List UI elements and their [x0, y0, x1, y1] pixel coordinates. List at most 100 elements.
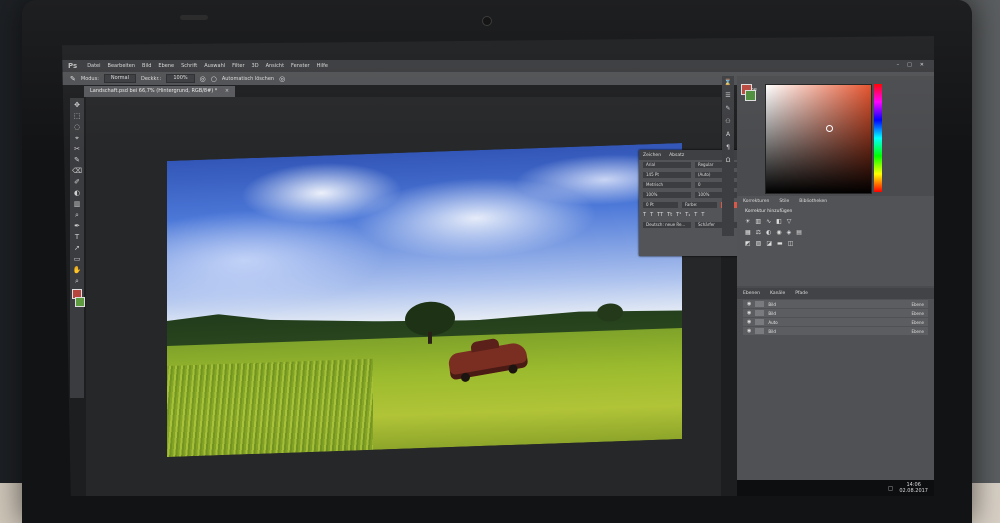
- marquee-tool-icon[interactable]: ⬚: [74, 113, 81, 120]
- background-color-swatch[interactable]: [75, 297, 85, 307]
- tab-absatz[interactable]: Absatz: [669, 153, 684, 158]
- levels-icon[interactable]: ▥: [755, 218, 761, 225]
- notification-icon[interactable]: ▢: [888, 485, 894, 492]
- text-tool-icon[interactable]: T: [75, 234, 79, 241]
- horizontal-scale-field[interactable]: 100%: [695, 192, 743, 198]
- tab-ebenen[interactable]: Ebenen: [743, 291, 760, 296]
- brush-settings-icon[interactable]: ◎: [279, 75, 285, 83]
- photo-filter-icon[interactable]: ◉: [776, 229, 781, 236]
- pressure-icon[interactable]: ◎: [200, 75, 206, 83]
- eraser-tool-icon[interactable]: ✎: [70, 75, 76, 83]
- color-balance-icon[interactable]: ⚖: [756, 229, 761, 236]
- color-swatches[interactable]: [741, 84, 756, 101]
- layer-row[interactable]: ◉ Auto Ebene: [743, 318, 928, 326]
- gradient-tool-icon[interactable]: ▥: [74, 201, 81, 208]
- brush-preset-icon[interactable]: ✎: [725, 106, 730, 112]
- faux-italic-icon[interactable]: T: [650, 212, 653, 218]
- font-size-field[interactable]: 145 Pt: [643, 172, 691, 178]
- visibility-eye-icon[interactable]: ◉: [747, 328, 751, 334]
- paragraph-icon[interactable]: ¶: [726, 145, 730, 151]
- document-tab[interactable]: Landschaft.psd bei 66,7% (Hintergrund, R…: [84, 86, 236, 97]
- modus-select[interactable]: Normal: [103, 74, 136, 83]
- all-caps-icon[interactable]: TT: [657, 212, 663, 218]
- color-lookup-icon[interactable]: ▤: [796, 229, 802, 236]
- shape-tool-icon[interactable]: ▭: [74, 256, 81, 263]
- glyphs-icon[interactable]: Ω: [726, 158, 731, 164]
- tab-kanaele[interactable]: Kanäle: [770, 291, 785, 296]
- path-select-tool-icon[interactable]: ➚: [74, 245, 80, 252]
- tracking-field[interactable]: 0: [695, 182, 743, 188]
- gradient-map-icon[interactable]: ▬: [777, 240, 783, 247]
- vertical-scale-field[interactable]: 100%: [643, 192, 691, 198]
- tab-stile[interactable]: Stile: [779, 199, 789, 204]
- superscript-icon[interactable]: T¹: [676, 212, 681, 218]
- menu-fenster[interactable]: Fenster: [291, 63, 310, 69]
- faux-bold-icon[interactable]: T: [643, 212, 646, 218]
- antialias-select[interactable]: Schärfer: [695, 222, 743, 228]
- hue-slider[interactable]: [874, 84, 882, 192]
- layer-row[interactable]: ◉ Bild Ebene: [743, 309, 928, 317]
- subscript-icon[interactable]: T₁: [685, 212, 690, 218]
- menu-filter[interactable]: Filter: [232, 63, 244, 69]
- vibrance-icon[interactable]: ▽: [787, 218, 792, 225]
- tab-zeichen[interactable]: Zeichen: [643, 153, 661, 158]
- auto-erase-checkbox[interactable]: ○: [211, 75, 217, 83]
- menu-ansicht[interactable]: Ansicht: [266, 63, 284, 69]
- maximize-button[interactable]: □: [907, 62, 912, 68]
- menu-hilfe[interactable]: Hilfe: [317, 63, 328, 69]
- menu-ebene[interactable]: Ebene: [158, 63, 174, 69]
- move-tool-icon[interactable]: ✥: [74, 102, 80, 109]
- hand-tool-icon[interactable]: ✋: [73, 267, 82, 274]
- visibility-eye-icon[interactable]: ◉: [747, 310, 751, 316]
- crop-tool-icon[interactable]: ✂: [74, 146, 80, 153]
- lasso-tool-icon[interactable]: ◌: [74, 124, 80, 131]
- font-style-select[interactable]: Regular: [695, 162, 743, 168]
- character-icon[interactable]: A: [726, 132, 730, 138]
- curves-icon[interactable]: ∿: [766, 218, 771, 225]
- visibility-eye-icon[interactable]: ◉: [747, 301, 751, 307]
- visibility-eye-icon[interactable]: ◉: [747, 319, 751, 325]
- threshold-icon[interactable]: ◪: [766, 240, 772, 247]
- background-swatch[interactable]: [745, 90, 756, 101]
- menu-3d[interactable]: 3D: [252, 63, 259, 69]
- menu-schrift[interactable]: Schrift: [181, 63, 197, 69]
- quick-select-tool-icon[interactable]: ⌖: [75, 135, 79, 142]
- pen-tool-icon[interactable]: ✒: [74, 223, 80, 230]
- font-family-select[interactable]: Arial: [643, 162, 691, 168]
- blur-tool-icon[interactable]: ⌕: [75, 212, 79, 219]
- small-caps-icon[interactable]: Tt: [667, 212, 672, 218]
- menu-datei[interactable]: Datei: [87, 63, 100, 69]
- close-button[interactable]: ✕: [920, 62, 924, 68]
- kerning-field[interactable]: Metrisch: [643, 182, 691, 188]
- landscape-image[interactable]: [167, 143, 682, 457]
- menu-bild[interactable]: Bild: [142, 63, 151, 69]
- opacity-field[interactable]: 100%: [166, 74, 195, 83]
- hue-sat-icon[interactable]: ▦: [745, 229, 751, 236]
- black-white-icon[interactable]: ◐: [766, 229, 771, 236]
- menu-auswahl[interactable]: Auswahl: [204, 63, 225, 69]
- stamp-tool-icon[interactable]: ✐: [74, 179, 80, 186]
- channel-mixer-icon[interactable]: ◈: [787, 229, 792, 236]
- invert-icon[interactable]: ◩: [745, 240, 751, 247]
- leading-field[interactable]: (Auto): [695, 172, 743, 178]
- layer-row[interactable]: ◉ Bild Ebene: [743, 300, 928, 308]
- close-document-icon[interactable]: ×: [225, 88, 229, 94]
- selective-color-icon[interactable]: ◫: [788, 240, 794, 247]
- language-select[interactable]: Deutsch: neue Re...: [643, 222, 691, 228]
- tab-pfade[interactable]: Pfade: [795, 291, 808, 296]
- color-picker-field[interactable]: [765, 84, 872, 194]
- exposure-icon[interactable]: ◧: [776, 218, 782, 225]
- brightness-icon[interactable]: ☀: [745, 218, 750, 225]
- history-icon[interactable]: ⌛: [724, 80, 731, 86]
- layer-row[interactable]: ◉ Bild Ebene: [743, 327, 928, 335]
- tab-bibliotheken[interactable]: Bibliotheken: [799, 199, 827, 204]
- clone-source-icon[interactable]: ⚇: [725, 119, 730, 125]
- picker-cursor[interactable]: [826, 125, 833, 132]
- properties-icon[interactable]: ☰: [725, 93, 730, 99]
- baseline-field[interactable]: 0 Pt: [643, 202, 678, 208]
- underline-icon[interactable]: T: [694, 212, 697, 218]
- menu-bearbeiten[interactable]: Bearbeiten: [108, 63, 135, 69]
- dodge-tool-icon[interactable]: ◐: [74, 190, 80, 197]
- taskbar-clock[interactable]: 14:06 02.08.2017: [899, 482, 928, 494]
- eraser-tool-icon[interactable]: ⌫: [72, 168, 82, 175]
